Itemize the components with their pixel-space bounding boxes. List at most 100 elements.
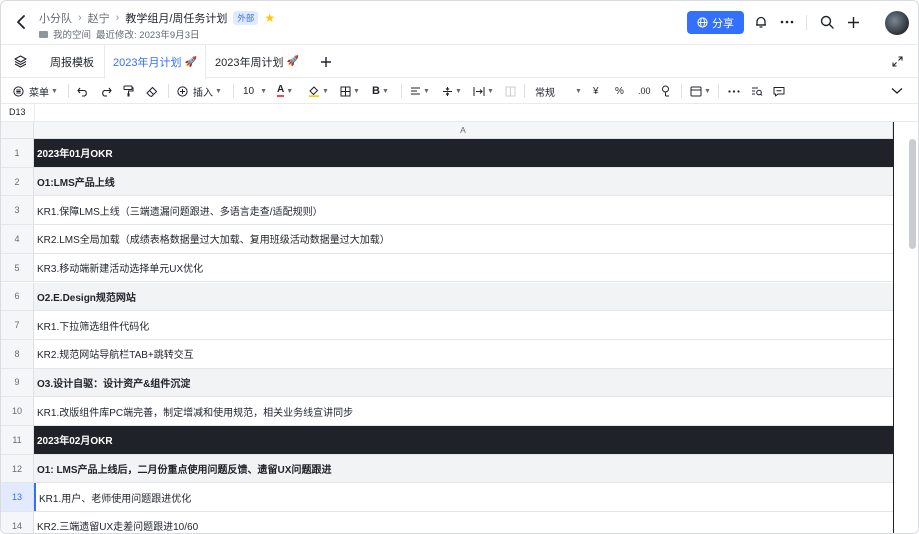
menu-label: 菜单 xyxy=(29,87,49,99)
table-row: 13 KR1.用户、老师使用问题跟进优化 xyxy=(1,483,893,513)
table-cell[interactable]: O1: LMS产品上线后，二月份重点使用问题反馈、遗留UX问题跟进 xyxy=(34,454,893,483)
avatar[interactable] xyxy=(885,11,909,35)
table-cell[interactable]: KR1.改版组件库PC端完善，制定增减和使用规范，相关业务线宣讲同步 xyxy=(34,397,893,425)
share-button[interactable]: 分享 xyxy=(687,11,744,34)
view-button[interactable]: ▼ xyxy=(690,82,711,100)
font-size-select[interactable]: 10 ▼ xyxy=(243,82,267,100)
decimal-button[interactable]: .00 xyxy=(638,82,651,100)
row-number[interactable]: 9 xyxy=(1,368,34,397)
align-left-button[interactable]: ▼ xyxy=(410,82,430,100)
currency-button[interactable]: ¥ xyxy=(593,82,599,100)
table-cell[interactable]: KR1.下拉筛选组件代码化 xyxy=(34,311,893,339)
document-title[interactable]: 教学组月/周任务计划 xyxy=(125,10,227,26)
back-button[interactable] xyxy=(13,13,29,31)
align-left-icon xyxy=(411,87,420,95)
merge-icon xyxy=(505,86,516,96)
row-number[interactable]: 12 xyxy=(1,454,34,483)
row-number[interactable]: 3 xyxy=(1,196,34,225)
row-number[interactable]: 14 xyxy=(1,512,34,533)
row-number[interactable]: 2 xyxy=(1,167,34,196)
row-number[interactable]: 10 xyxy=(1,397,34,425)
bold-icon: B xyxy=(372,85,380,97)
text-wrap-button[interactable]: ▼ xyxy=(473,82,494,100)
row-number[interactable]: 8 xyxy=(1,339,34,368)
font-size-value: 10 xyxy=(243,85,255,97)
vertical-align-button[interactable]: ▼ xyxy=(442,82,462,100)
border-button[interactable]: ▼ xyxy=(340,82,360,100)
percent-icon: % xyxy=(615,85,624,97)
row-number[interactable]: 7 xyxy=(1,311,34,339)
number-format-select[interactable]: 常规 ▼ xyxy=(535,82,582,100)
sheet-list-button[interactable] xyxy=(9,45,31,78)
pin-icon xyxy=(662,85,669,97)
row-number[interactable]: 6 xyxy=(1,282,34,311)
chevron-down-icon: ▼ xyxy=(322,87,329,95)
row-number[interactable]: 4 xyxy=(1,225,34,253)
add-sheet-button[interactable] xyxy=(315,45,337,78)
eraser-icon xyxy=(146,86,158,97)
border-icon xyxy=(340,86,351,96)
comment-button[interactable] xyxy=(773,82,785,100)
font-color-button[interactable]: A ▼ xyxy=(277,82,293,100)
tab-monthly-plan[interactable]: 2023年月计划 🚀 xyxy=(104,45,206,79)
merge-cells-button[interactable] xyxy=(505,82,516,100)
table-cell[interactable]: 2023年01月OKR xyxy=(34,139,893,167)
formula-divider xyxy=(34,104,35,122)
tab-weekly-plan[interactable]: 2023年周计划 🚀 xyxy=(209,45,305,78)
breadcrumb-item-team[interactable]: 小分队 xyxy=(39,10,72,26)
table-row: 4 KR2.LMS全局加载（成绩表格数据量过大加载、复用班级活动数据量过大加载） xyxy=(1,225,893,254)
table-cell[interactable]: KR1.保障LMS上线（三端遗漏问题跟进、多语言走查/适配规则） xyxy=(34,196,893,224)
find-replace-button[interactable] xyxy=(751,82,763,100)
fullscreen-button[interactable] xyxy=(887,45,907,78)
table-cell[interactable]: O3.设计自驱：设计资产&组件沉淀 xyxy=(34,368,893,397)
more-tools-button[interactable] xyxy=(728,82,740,100)
last-modified-label: 最近修改: 2023年9月3日 xyxy=(96,30,200,41)
column-header-a[interactable]: A xyxy=(34,122,893,139)
select-all-corner[interactable] xyxy=(1,122,34,139)
undo-button[interactable] xyxy=(77,82,89,100)
cell-reference[interactable]: D13 xyxy=(9,107,26,117)
table-cell[interactable]: KR1.用户、老师使用问题跟进优化 xyxy=(34,483,893,512)
breadcrumb: 小分队 › 赵宁 › 教学组月/周任务计划 外部 ★ xyxy=(39,10,275,26)
table-cell[interactable]: KR2.三端遗留UX走差问题跟进10/60 xyxy=(34,512,893,533)
row-number[interactable]: 5 xyxy=(1,253,34,282)
table-cell[interactable]: O2.E.Design规范网站 xyxy=(34,282,893,311)
row-number[interactable]: 1 xyxy=(1,139,34,167)
font-color-icon: A xyxy=(277,84,285,97)
chevron-down-icon: ▼ xyxy=(353,87,360,95)
table-cell[interactable]: KR2.规范网站导航栏TAB+跳转交互 xyxy=(34,340,893,368)
vertical-scrollbar[interactable] xyxy=(909,139,916,249)
row-number[interactable]: 11 xyxy=(1,426,34,454)
notification-button[interactable] xyxy=(752,13,770,31)
search-icon xyxy=(820,15,834,29)
table-cell[interactable]: 2023年02月OKR xyxy=(34,426,893,454)
chevron-down-icon: ▼ xyxy=(487,87,494,95)
format-painter-button[interactable] xyxy=(123,82,134,100)
insert-button[interactable]: 插入 ▼ xyxy=(177,82,222,100)
tab-label: 2023年月计划 xyxy=(113,57,182,69)
star-icon[interactable]: ★ xyxy=(264,12,275,24)
search-button[interactable] xyxy=(818,13,836,31)
percent-button[interactable]: % xyxy=(615,82,624,100)
fill-color-button[interactable]: ▼ xyxy=(308,82,329,100)
table-cell[interactable]: KR3.移动端新建活动选择单元UX优化 xyxy=(34,254,893,282)
bold-button[interactable]: B ▼ xyxy=(372,82,389,100)
table-row: 6 O2.E.Design规范网站 xyxy=(1,282,893,312)
folder-icon xyxy=(39,30,48,38)
table-cell[interactable]: KR2.LMS全局加载（成绩表格数据量过大加载、复用班级活动数据量过大加载） xyxy=(34,225,893,253)
redo-button[interactable] xyxy=(100,82,112,100)
toolbar-divider xyxy=(233,84,234,98)
decrease-decimal-button[interactable] xyxy=(660,82,671,100)
location-label[interactable]: 我的空间 xyxy=(53,27,91,41)
menu-button[interactable]: 菜单 ▼ xyxy=(13,82,58,100)
row-number[interactable]: 13 xyxy=(1,483,34,512)
breadcrumb-item-user[interactable]: 赵宁 xyxy=(88,10,110,26)
table-row: 7 KR1.下拉筛选组件代码化 xyxy=(1,311,893,340)
tab-weekly-template[interactable]: 周报模板 xyxy=(41,45,103,78)
table-cell[interactable]: O1:LMS产品上线 xyxy=(34,167,893,196)
create-button[interactable] xyxy=(844,13,862,31)
table-row: 5 KR3.移动端新建活动选择单元UX优化 xyxy=(1,253,893,283)
clear-format-button[interactable] xyxy=(146,82,158,100)
collapse-toolbar-button[interactable] xyxy=(891,82,903,100)
more-button[interactable] xyxy=(778,13,796,31)
